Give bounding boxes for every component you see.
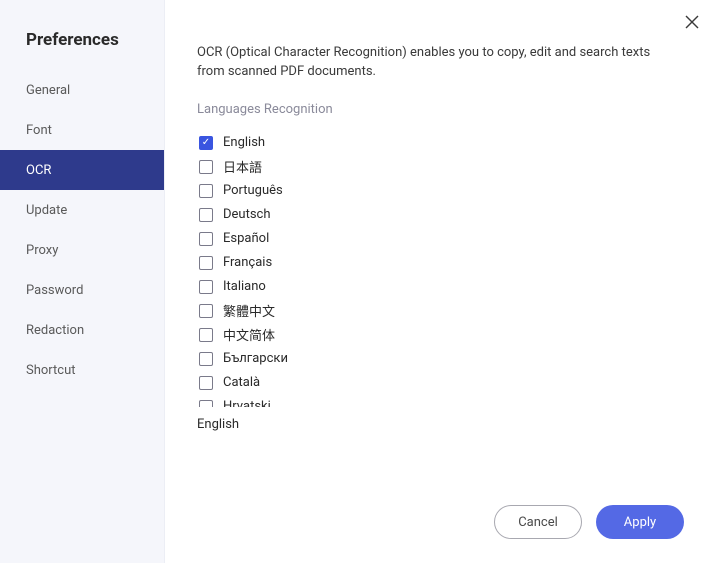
language-label: English <box>223 135 265 150</box>
language-label: Català <box>223 375 260 390</box>
sidebar-item-general[interactable]: General <box>0 70 164 110</box>
sidebar-item-password[interactable]: Password <box>0 270 164 310</box>
language-label: Français <box>223 255 272 270</box>
selected-languages-summary: English <box>197 417 690 432</box>
dialog-footer: Cancel Apply <box>494 505 684 539</box>
ocr-description: OCR (Optical Character Recognition) enab… <box>197 44 667 82</box>
language-checkbox[interactable] <box>199 376 213 390</box>
language-row[interactable]: Italiano <box>199 275 690 299</box>
language-checkbox[interactable] <box>199 184 213 198</box>
sidebar-item-update[interactable]: Update <box>0 190 164 230</box>
language-row[interactable]: Català <box>199 371 690 395</box>
language-label: Deutsch <box>223 207 271 222</box>
language-checkbox[interactable] <box>199 352 213 366</box>
language-row[interactable]: 日本語 <box>199 155 690 179</box>
cancel-button[interactable]: Cancel <box>494 505 582 539</box>
language-row[interactable]: Български <box>199 347 690 371</box>
main-panel: OCR (Optical Character Recognition) enab… <box>165 0 716 563</box>
language-label: Español <box>223 231 269 246</box>
language-checkbox[interactable] <box>199 400 213 407</box>
language-row[interactable]: Français <box>199 251 690 275</box>
sidebar-item-label: General <box>26 83 70 98</box>
language-checkbox[interactable] <box>199 328 213 342</box>
sidebar: Preferences General Font OCR Update Proxy Pas… <box>0 0 165 563</box>
language-label: 繁體中文 <box>223 301 275 320</box>
sidebar-item-label: Password <box>26 283 83 298</box>
sidebar-item-ocr[interactable]: OCR <box>0 150 164 190</box>
language-label: 日本語 <box>223 157 262 176</box>
language-row[interactable]: 中文简体 <box>199 323 690 347</box>
sidebar-item-shortcut[interactable]: Shortcut <box>0 350 164 390</box>
language-row[interactable]: Hrvatski <box>199 395 690 407</box>
languages-section-label: Languages Recognition <box>197 102 690 117</box>
language-row[interactable]: ✓ English <box>199 131 690 155</box>
sidebar-title: Preferences <box>0 30 164 70</box>
language-checkbox[interactable] <box>199 256 213 270</box>
language-label: 中文简体 <box>223 325 275 344</box>
sidebar-item-label: Shortcut <box>26 363 76 378</box>
language-label: Português <box>223 183 283 198</box>
sidebar-item-label: Redaction <box>26 323 84 338</box>
language-checkbox[interactable] <box>199 280 213 294</box>
language-row[interactable]: Português <box>199 179 690 203</box>
close-icon <box>685 15 699 29</box>
language-list[interactable]: ✓ English 日本語 Português Deutsch Español França… <box>197 127 690 407</box>
preferences-window: Preferences General Font OCR Update Proxy Pas… <box>0 0 716 563</box>
language-label: Hrvatski <box>223 399 271 407</box>
language-row[interactable]: Deutsch <box>199 203 690 227</box>
sidebar-item-proxy[interactable]: Proxy <box>0 230 164 270</box>
language-checkbox[interactable] <box>199 160 213 174</box>
language-label: Italiano <box>223 279 266 294</box>
sidebar-item-label: Font <box>26 123 52 138</box>
sidebar-item-label: OCR <box>26 163 51 178</box>
language-checkbox[interactable]: ✓ <box>199 136 213 150</box>
language-checkbox[interactable] <box>199 232 213 246</box>
sidebar-item-font[interactable]: Font <box>0 110 164 150</box>
apply-button[interactable]: Apply <box>596 505 684 539</box>
sidebar-item-label: Proxy <box>26 243 58 258</box>
sidebar-item-redaction[interactable]: Redaction <box>0 310 164 350</box>
close-button[interactable] <box>684 14 700 30</box>
language-row[interactable]: 繁體中文 <box>199 299 690 323</box>
language-checkbox[interactable] <box>199 208 213 222</box>
sidebar-item-label: Update <box>26 203 67 218</box>
language-label: Български <box>223 351 288 366</box>
language-checkbox[interactable] <box>199 304 213 318</box>
language-row[interactable]: Español <box>199 227 690 251</box>
